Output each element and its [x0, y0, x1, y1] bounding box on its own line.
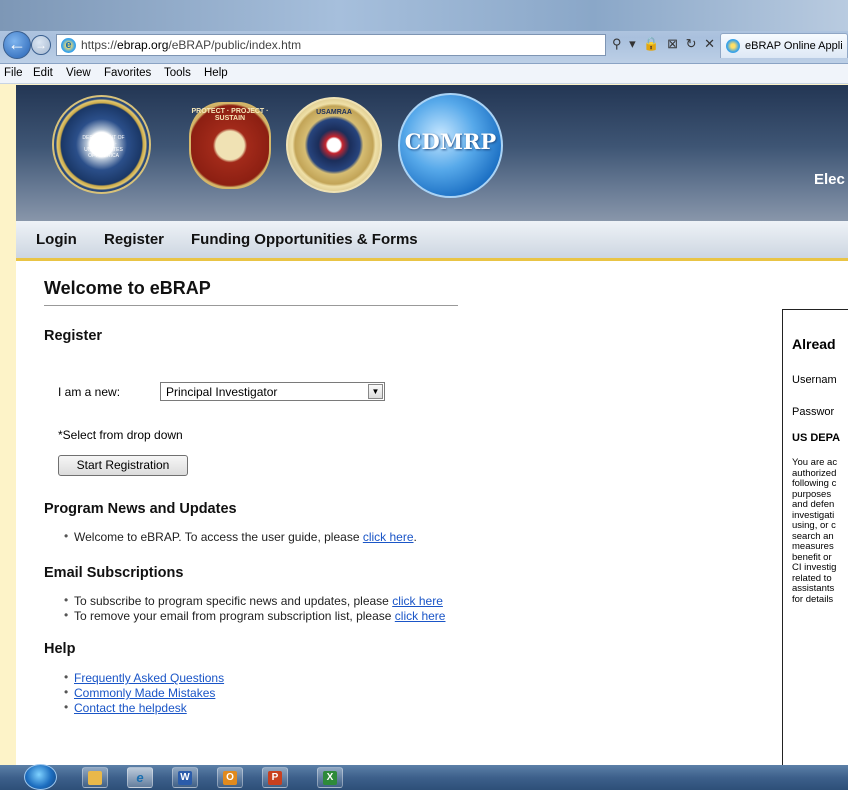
url-domain: ebrap.org [117, 38, 169, 52]
menu-view[interactable]: View [66, 67, 91, 79]
tab-title: eBRAP Online Appli [745, 40, 843, 52]
help-heading: Help [44, 641, 76, 657]
login-panel-title: Alread [792, 336, 836, 352]
password-label: Passwor [792, 406, 835, 418]
taskbar-powerpoint[interactable]: P [262, 767, 288, 788]
contact-helpdesk-link[interactable]: Contact the helpdesk [74, 701, 187, 715]
window-titlebar [0, 0, 848, 31]
army-medical-seal-logo: PROTECT · PROJECT · SUSTAIN [189, 102, 271, 189]
news-item-period: . [413, 530, 417, 544]
forward-button[interactable]: → [31, 35, 51, 55]
menu-tools[interactable]: Tools [164, 67, 191, 79]
taskbar-outlook[interactable]: O [217, 767, 243, 788]
usamraa-seal-logo: USAMRAA [286, 97, 382, 193]
news-heading: Program News and Updates [44, 501, 237, 517]
subscribe-link[interactable]: click here [392, 594, 443, 608]
email-item-unsubscribe: To remove your email from program subscr… [64, 608, 446, 623]
taskbar-excel[interactable]: X [317, 767, 343, 788]
cdmrp-logo-text: CDMRP [404, 129, 497, 154]
user-guide-link[interactable]: click here [363, 530, 414, 544]
taskbar-explorer[interactable] [82, 767, 108, 788]
usamraa-seal-text: USAMRAA [316, 109, 352, 116]
dod-seal-logo: DEPARTMENT OF DEFENSE · UNITED STATES OF… [52, 95, 151, 194]
browser-chrome: ← → e https://ebrap.org/eBRAP/public/ind… [0, 0, 848, 64]
department-heading: US DEPA [792, 432, 841, 444]
login-panel: Alread Usernam Passwor US DEPA You are a… [782, 309, 848, 765]
word-icon: W [178, 771, 192, 785]
page-title: Welcome to eBRAP [44, 278, 211, 298]
role-label: I am a new: [58, 385, 121, 399]
role-select[interactable]: Principal Investigator ▼ [160, 382, 385, 401]
web-page: DEPARTMENT OF DEFENSE · UNITED STATES OF… [16, 85, 848, 765]
address-bar[interactable]: e https://ebrap.org/eBRAP/public/index.h… [56, 34, 606, 56]
select-note: *Select from drop down [58, 428, 183, 442]
nav-register[interactable]: Register [104, 231, 164, 248]
address-url[interactable]: https://ebrap.org/eBRAP/public/index.htm [81, 38, 301, 52]
browser-tab[interactable]: eBRAP Online Appli [720, 33, 848, 58]
main-nav: Login Register Funding Opportunities & F… [16, 221, 848, 261]
address-tools[interactable]: ⚲ ▾ 🔒 ⊠ ↻ ✕ [612, 36, 717, 54]
menu-favorites[interactable]: Favorites [104, 67, 151, 79]
excel-icon: X [323, 771, 337, 785]
ie-tab-icon [726, 39, 740, 53]
news-item-text: Welcome to eBRAP. To access the user gui… [74, 530, 363, 544]
folder-icon [88, 771, 102, 785]
email-item-text: To remove your email from program subscr… [74, 609, 395, 623]
menu-help[interactable]: Help [204, 67, 228, 79]
start-registration-button[interactable]: Start Registration [58, 455, 188, 476]
chevron-down-icon[interactable]: ▼ [368, 384, 383, 399]
unsubscribe-link[interactable]: click here [395, 609, 446, 623]
help-item: Commonly Made Mistakes [64, 685, 215, 700]
help-item: Contact the helpdesk [64, 700, 187, 715]
email-heading: Email Subscriptions [44, 565, 184, 581]
ie-page-icon: e [61, 38, 76, 53]
site-title: Elec [814, 171, 845, 188]
email-item-text: To subscribe to program specific news an… [74, 594, 393, 608]
outlook-icon: O [223, 771, 237, 785]
security-warning-text: You are ac authorized following c purpos… [792, 457, 838, 605]
menu-edit[interactable]: Edit [33, 67, 53, 79]
taskbar-word[interactable]: W [172, 767, 198, 788]
windows-start-button[interactable] [24, 764, 57, 790]
nav-login[interactable]: Login [36, 231, 77, 248]
email-item-subscribe: To subscribe to program specific news an… [64, 593, 443, 608]
powerpoint-icon: P [268, 771, 282, 785]
register-heading: Register [44, 328, 103, 344]
protect-seal-text: PROTECT · PROJECT · SUSTAIN [191, 108, 269, 122]
cdmrp-logo: CDMRP [398, 93, 503, 198]
ie-icon: e [136, 770, 144, 785]
menu-file[interactable]: File [4, 67, 23, 79]
menu-bar: File Edit View Favorites Tools Help [0, 64, 848, 84]
title-divider [44, 305, 458, 306]
help-item: Frequently Asked Questions [64, 670, 224, 685]
username-label: Usernam [792, 374, 837, 386]
faq-link[interactable]: Frequently Asked Questions [74, 671, 224, 685]
site-banner: DEPARTMENT OF DEFENSE · UNITED STATES OF… [16, 85, 848, 221]
taskbar-internet-explorer[interactable]: e [127, 767, 153, 788]
news-item: Welcome to eBRAP. To access the user gui… [64, 529, 417, 544]
common-mistakes-link[interactable]: Commonly Made Mistakes [74, 686, 215, 700]
url-path: /eBRAP/public/index.htm [168, 38, 302, 52]
role-select-value: Principal Investigator [166, 385, 278, 399]
dod-seal-text: DEPARTMENT OF DEFENSE · UNITED STATES OF… [82, 135, 125, 159]
nav-funding-opportunities[interactable]: Funding Opportunities & Forms [191, 231, 418, 248]
back-button[interactable]: ← [3, 31, 31, 59]
url-scheme: https:// [81, 38, 118, 52]
